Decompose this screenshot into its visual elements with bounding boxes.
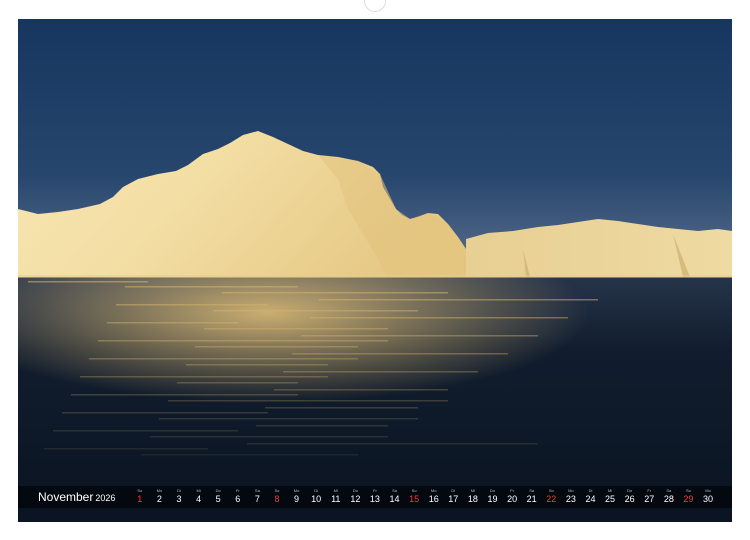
calendar-day: Mi 18 [463, 488, 483, 506]
calendar-day: Di 10 [306, 488, 326, 506]
ripple [141, 454, 358, 456]
day-number: 30 [703, 494, 714, 504]
month-name: November [38, 489, 94, 504]
calendar-day: Mo 9 [287, 488, 307, 506]
calendar-day: Mo 23 [561, 488, 581, 506]
day-number: 24 [585, 494, 596, 504]
day-number: 17 [448, 494, 459, 504]
ripple [292, 353, 508, 355]
ripple [44, 448, 208, 450]
calendar-day: Di 17 [444, 488, 464, 506]
calendar-day: Mo 16 [424, 488, 444, 506]
calendar-day: Do 19 [483, 488, 503, 506]
day-number: 26 [624, 494, 635, 504]
ripple [319, 299, 598, 301]
iceberg-landscape [18, 19, 732, 522]
ripple [301, 335, 538, 337]
calendar-day: Do 5 [208, 488, 228, 506]
calendar-day: So 1 [130, 488, 150, 506]
calendar-day: Fr 6 [228, 488, 248, 506]
day-number: 16 [428, 494, 439, 504]
ripple [80, 376, 328, 378]
ripple [116, 304, 268, 306]
day-number: 21 [526, 494, 537, 504]
ripple [195, 346, 358, 348]
ripple [62, 412, 268, 414]
ripple [53, 430, 238, 432]
day-number: 13 [369, 494, 380, 504]
day-number: 11 [331, 494, 341, 504]
year: 2026 [95, 492, 116, 503]
calendar-day: Mi 25 [600, 488, 620, 506]
hanger-notch [364, 0, 386, 12]
ripple [247, 443, 538, 445]
day-number: 19 [487, 494, 498, 504]
calendar-day: So 8 [267, 488, 287, 506]
ripple [213, 310, 418, 312]
calendar-days: So 1 Mo 2 Di 3 Mi 4 Do 5 Fr 6 Sa 7 So 8 Mo 9 Di 10 Mi 11 Do 12 F… [130, 486, 718, 508]
calendar-day: Sa 21 [522, 488, 542, 506]
day-number: 14 [389, 494, 400, 504]
day-number: 6 [235, 494, 241, 504]
day-number: 9 [294, 494, 300, 504]
ripple [283, 371, 478, 373]
calendar-day: So 29 [679, 488, 699, 506]
calendar-day: Mi 4 [189, 488, 209, 506]
ripple [186, 364, 328, 366]
ripple [107, 322, 238, 324]
day-number: 27 [644, 494, 655, 504]
calendar-day: Fr 13 [365, 488, 385, 506]
day-number: 3 [176, 494, 182, 504]
calendar-day: So 22 [541, 488, 561, 506]
ripple [177, 382, 298, 384]
day-number: 20 [507, 494, 518, 504]
day-number: 7 [254, 494, 260, 504]
ripple [125, 286, 298, 288]
day-number: 23 [565, 494, 576, 504]
calendar-day: Di 24 [581, 488, 601, 506]
calendar-day: Sa 28 [659, 488, 679, 506]
day-number: 18 [467, 494, 478, 504]
ripple [159, 418, 418, 420]
calendar-bar: November 2026 So 1 Mo 2 Di 3 Mi 4 Do 5 Fr 6 Sa 7 So 8 Mo 9… [18, 486, 732, 508]
ripple [265, 407, 418, 409]
day-number: 8 [274, 494, 280, 504]
calendar-day: Mo 30 [698, 488, 718, 506]
calendar-day: Do 12 [346, 488, 366, 506]
ripple [28, 281, 148, 283]
month-label: November 2026 [18, 486, 130, 509]
day-number: 10 [311, 494, 322, 504]
calendar-day: So 15 [404, 488, 424, 506]
iceberg-photo [18, 19, 732, 522]
day-number: 4 [196, 494, 202, 504]
ripple [222, 292, 448, 294]
calendar-day: Do 26 [620, 488, 640, 506]
ripple [168, 400, 448, 402]
day-number: 15 [409, 494, 420, 504]
ripple [310, 317, 568, 319]
day-number: 5 [215, 494, 221, 504]
day-number: 2 [156, 494, 162, 504]
ripple [274, 389, 448, 391]
ripple [98, 340, 388, 342]
calendar-day: Mi 11 [326, 488, 346, 506]
calendar-day: Fr 20 [502, 488, 522, 506]
ripple [71, 394, 298, 396]
calendar-day: Sa 14 [385, 488, 405, 506]
day-number: 12 [350, 494, 361, 504]
ripple [256, 425, 388, 427]
calendar-day: Sa 7 [248, 488, 268, 506]
calendar-day: Di 3 [169, 488, 189, 506]
day-number: 1 [137, 494, 143, 504]
calendar-day: Mo 2 [150, 488, 170, 506]
day-number: 29 [683, 494, 694, 504]
day-number: 28 [663, 494, 674, 504]
day-number: 22 [546, 494, 557, 504]
ripple [204, 328, 388, 330]
ripple [89, 358, 358, 360]
calendar-day: Fr 27 [639, 488, 659, 506]
ripple [150, 436, 388, 438]
day-number: 25 [605, 494, 616, 504]
